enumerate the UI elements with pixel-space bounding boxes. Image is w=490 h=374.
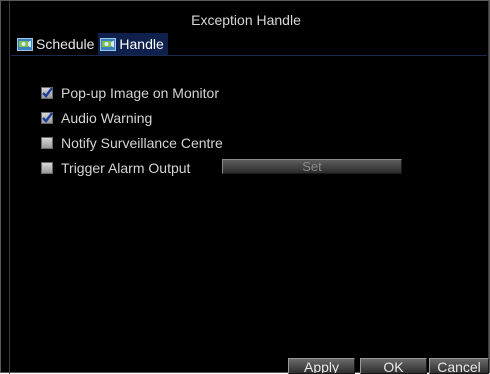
window-left-edge <box>9 1 10 374</box>
window-right-edge <box>488 1 489 374</box>
option-label: Trigger Alarm Output <box>61 159 191 176</box>
option-label: Audio Warning <box>61 109 153 126</box>
tab-divider <box>11 55 487 56</box>
exception-options: Pop-up Image on Monitor Audio Warning No… <box>41 80 223 180</box>
checkmark-icon <box>42 86 53 98</box>
option-popup-image[interactable]: Pop-up Image on Monitor <box>41 80 223 105</box>
checkmark-icon <box>42 111 53 123</box>
audio-warning-checkbox[interactable] <box>41 111 53 124</box>
camera-icon <box>17 37 33 51</box>
option-trigger-alarm[interactable]: Trigger Alarm Output <box>41 155 223 180</box>
tab-handle-label: Handle <box>119 36 164 52</box>
option-label: Pop-up Image on Monitor <box>61 84 219 101</box>
ok-button[interactable]: OK <box>360 358 427 374</box>
option-notify-surveillance[interactable]: Notify Surveillance Centre <box>41 130 223 155</box>
option-audio-warning[interactable]: Audio Warning <box>41 105 223 130</box>
tab-bar: Schedule Handle <box>15 33 168 55</box>
camera-icon <box>100 37 117 51</box>
tab-handle[interactable]: Handle <box>98 33 168 55</box>
tab-schedule[interactable]: Schedule <box>15 33 98 55</box>
trigger-alarm-checkbox[interactable] <box>41 161 53 174</box>
exception-handle-window: Exception Handle Schedule Handle Pop-up … <box>0 0 490 374</box>
set-button[interactable]: Set <box>222 159 402 174</box>
notify-surveillance-checkbox[interactable] <box>41 136 53 149</box>
window-title: Exception Handle <box>191 12 301 28</box>
tab-schedule-label: Schedule <box>36 36 95 52</box>
option-label: Notify Surveillance Centre <box>61 134 223 151</box>
cancel-button[interactable]: Cancel <box>429 358 489 374</box>
apply-button[interactable]: Apply <box>288 358 355 374</box>
popup-image-checkbox[interactable] <box>41 86 53 99</box>
